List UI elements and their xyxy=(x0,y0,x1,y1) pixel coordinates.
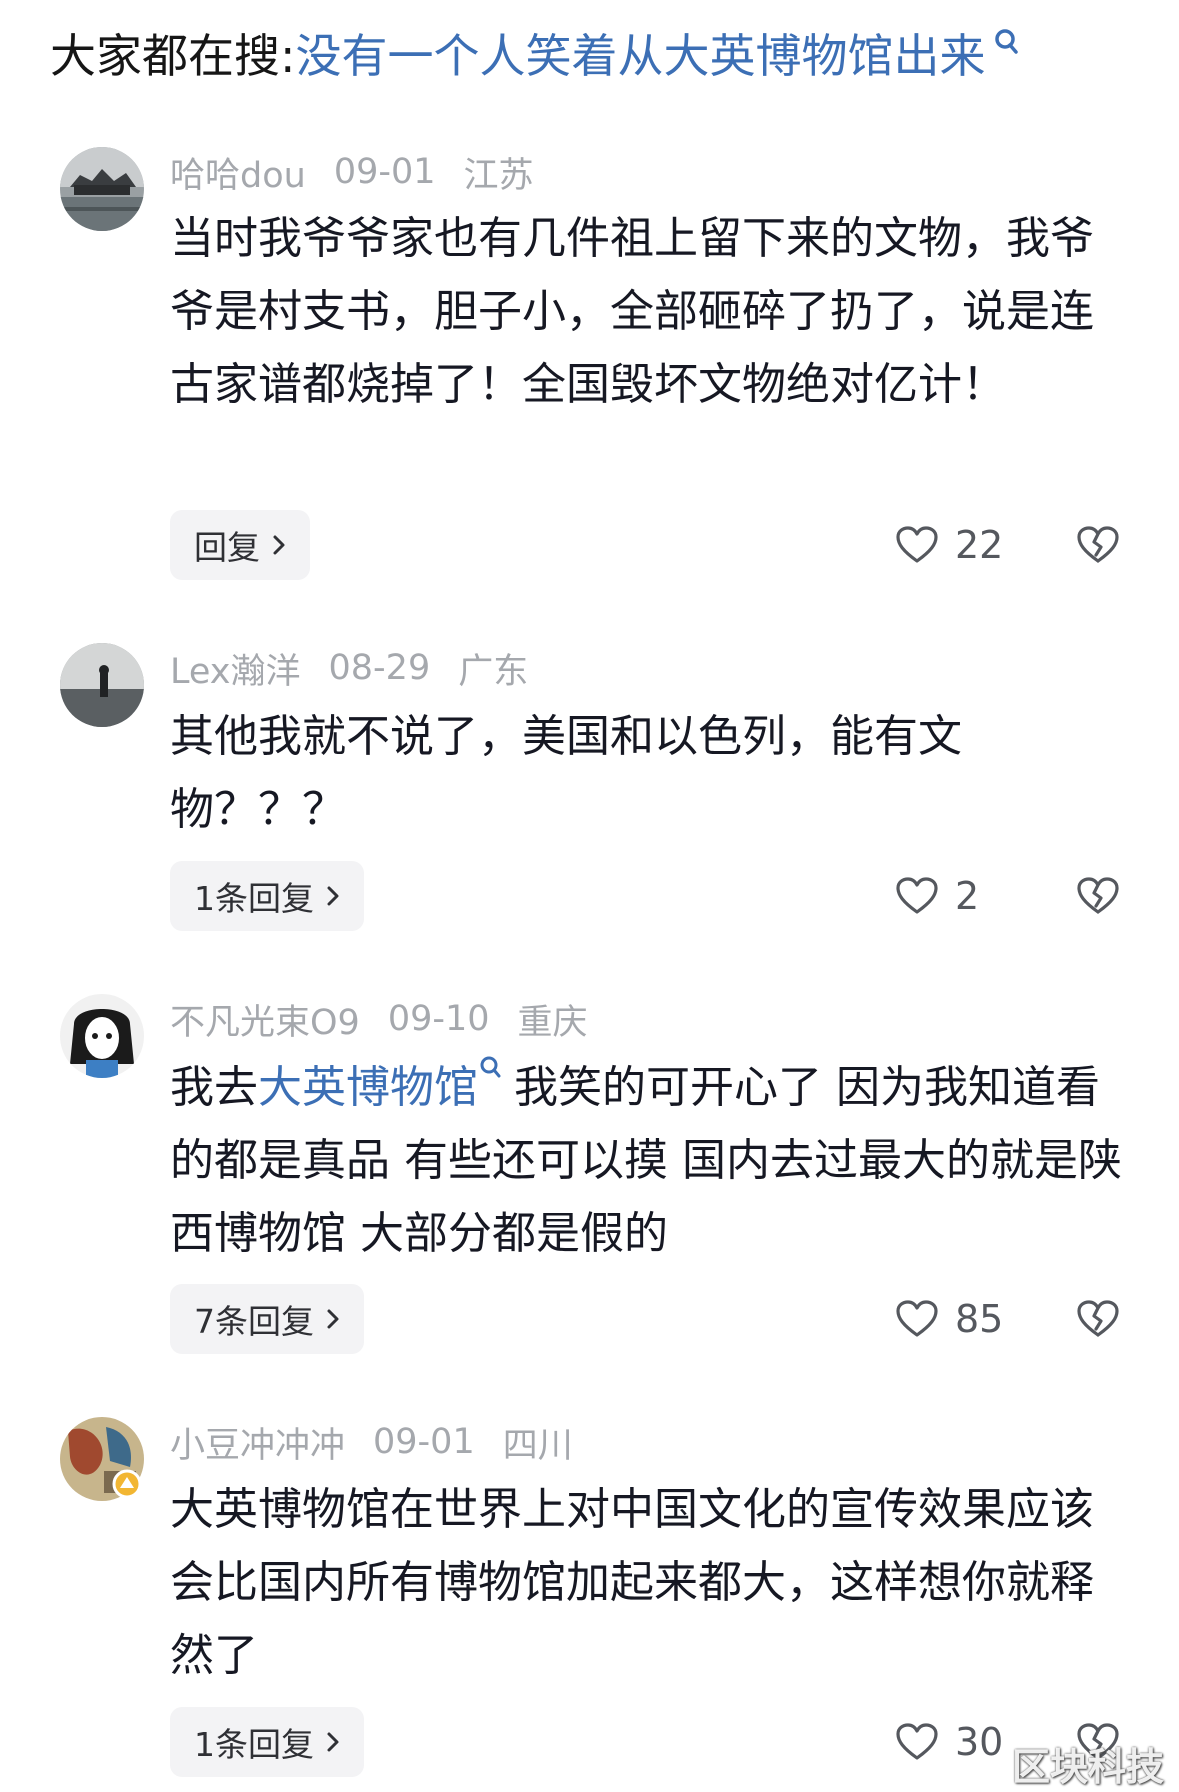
like-count: 30 xyxy=(955,1720,1004,1764)
comment-text: 我去大英博物馆 我笑的可开心了 因为我知道看的都是真品 有些还可以摸 国内去过最大… xyxy=(170,1051,1130,1270)
comment-date: 09-01 xyxy=(373,1422,475,1462)
verified-badge-icon xyxy=(112,1469,142,1499)
like-button[interactable]: 2 xyxy=(895,861,979,931)
username[interactable]: Lex瀚洋 xyxy=(170,643,301,694)
avatar[interactable] xyxy=(60,994,144,1078)
pavilion-avatar-icon xyxy=(60,147,144,231)
username[interactable]: 不凡光束O9 xyxy=(170,994,360,1045)
comment-date: 09-01 xyxy=(333,152,436,192)
search-icon[interactable] xyxy=(478,1055,502,1085)
broken-heart-icon[interactable] xyxy=(1076,524,1120,566)
avatar[interactable] xyxy=(60,643,144,727)
reply-label: 7条回复 xyxy=(194,1302,314,1341)
username[interactable]: 哈哈dou xyxy=(170,147,306,198)
comment-date: 08-29 xyxy=(328,648,431,688)
chevron-right-icon xyxy=(273,535,285,555)
heart-icon xyxy=(896,1300,938,1337)
reply-button[interactable]: 回复 xyxy=(170,510,310,580)
chevron-right-icon xyxy=(327,886,339,906)
heart-icon xyxy=(896,526,938,563)
trending-search-bar: 大家都在搜: 没有一个人笑着从大英博物馆出来 xyxy=(50,18,1018,88)
broken-heart-icon[interactable] xyxy=(1076,1298,1120,1340)
chevron-right-icon xyxy=(327,1732,339,1752)
comment-date: 09-10 xyxy=(387,999,490,1039)
comment-text: 当时我爷爷家也有几件祖上留下来的文物，我爷爷是村支书，胆子小，全部砸碎了扔了，说… xyxy=(170,213,1094,410)
comment-text-before: 我去 xyxy=(170,1062,258,1113)
like-button[interactable]: 22 xyxy=(895,510,1003,580)
heart-icon xyxy=(896,877,938,914)
reply-label: 1条回复 xyxy=(194,1725,314,1764)
cartoon-girl-avatar-icon xyxy=(60,994,144,1078)
comment-location: 重庆 xyxy=(517,1002,588,1043)
trending-search-link[interactable]: 没有一个人笑着从大英博物馆出来 xyxy=(296,20,986,86)
watermark: 区块科技 xyxy=(1012,1745,1165,1789)
comment-meta: 小豆冲冲冲 09-01 四川 xyxy=(170,1417,601,1467)
reply-button[interactable]: 1条回复 xyxy=(170,1707,364,1777)
trending-label: 大家都在搜: xyxy=(50,29,296,83)
avatar[interactable] xyxy=(60,147,144,231)
username[interactable]: 小豆冲冲冲 xyxy=(170,1417,345,1468)
comment-location: 广东 xyxy=(458,651,529,692)
like-count: 85 xyxy=(955,1297,1004,1341)
comment-location: 江苏 xyxy=(463,155,534,196)
reply-button[interactable]: 1条回复 xyxy=(170,861,364,931)
search-icon[interactable] xyxy=(992,28,1018,62)
comment-meta: 哈哈dou 09-01 江苏 xyxy=(170,147,562,197)
like-count: 2 xyxy=(955,874,980,918)
comment-meta: Lex瀚洋 08-29 广东 xyxy=(170,643,556,693)
like-button[interactable]: 30 xyxy=(895,1707,1003,1777)
reply-label: 回复 xyxy=(194,528,260,567)
broken-heart-icon[interactable] xyxy=(1076,875,1120,917)
comment-text: 其他我就不说了，美国和以色列，能有文物？？？ xyxy=(170,711,962,835)
comment-meta: 不凡光束O9 09-10 重庆 xyxy=(170,994,616,1044)
comment-location: 四川 xyxy=(502,1425,573,1466)
comment-text: 大英博物馆在世界上对中国文化的宣传效果应该会比国内所有博物馆加起来都大，这样想你… xyxy=(170,1484,1094,1681)
reply-label: 1条回复 xyxy=(194,879,314,918)
reply-button[interactable]: 7条回复 xyxy=(170,1284,364,1354)
like-count: 22 xyxy=(955,523,1004,567)
chevron-right-icon xyxy=(327,1309,339,1329)
like-button[interactable]: 85 xyxy=(895,1284,1003,1354)
silhouette-avatar-icon xyxy=(60,643,144,727)
museum-search-link[interactable]: 大英博物馆 xyxy=(258,1062,478,1113)
heart-icon xyxy=(896,1723,938,1760)
